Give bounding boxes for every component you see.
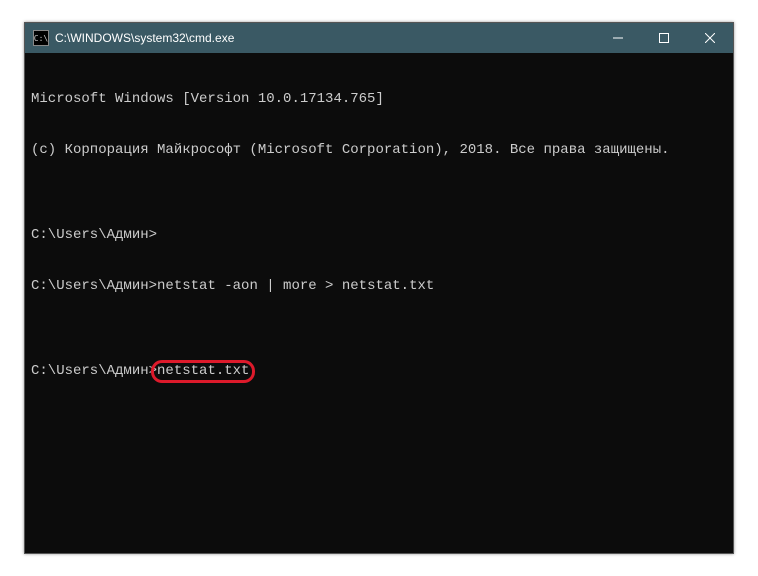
titlebar[interactable]: C:\ C:\WINDOWS\system32\cmd.exe — [25, 23, 733, 53]
prompt-prefix: C:\Users\Админ> — [31, 363, 157, 379]
terminal-output[interactable]: Microsoft Windows [Version 10.0.17134.76… — [25, 53, 733, 553]
close-icon — [705, 33, 715, 43]
cmd-icon: C:\ — [33, 30, 49, 46]
window-title: C:\WINDOWS\system32\cmd.exe — [55, 31, 595, 45]
prompt-line: C:\Users\Админ>netstat -aon | more > net… — [31, 278, 727, 295]
maximize-button[interactable] — [641, 23, 687, 53]
minimize-icon — [613, 33, 623, 43]
close-button[interactable] — [687, 23, 733, 53]
window-controls — [595, 23, 733, 53]
maximize-icon — [659, 33, 669, 43]
cmd-window: C:\ C:\WINDOWS\system32\cmd.exe Microsof… — [24, 22, 734, 554]
command-text: netstat.txt — [157, 363, 249, 379]
prompt-prefix: C:\Users\Админ> — [31, 278, 157, 294]
prompt-line: C:\Users\Админ>netstat.txt — [31, 363, 727, 380]
output-line: (c) Корпорация Майкрософт (Microsoft Cor… — [31, 142, 727, 159]
highlighted-command: netstat.txt — [157, 363, 249, 380]
command-text: netstat -aon | more > netstat.txt — [157, 278, 434, 294]
output-line: Microsoft Windows [Version 10.0.17134.76… — [31, 91, 727, 108]
prompt-line: C:\Users\Админ> — [31, 227, 727, 244]
minimize-button[interactable] — [595, 23, 641, 53]
